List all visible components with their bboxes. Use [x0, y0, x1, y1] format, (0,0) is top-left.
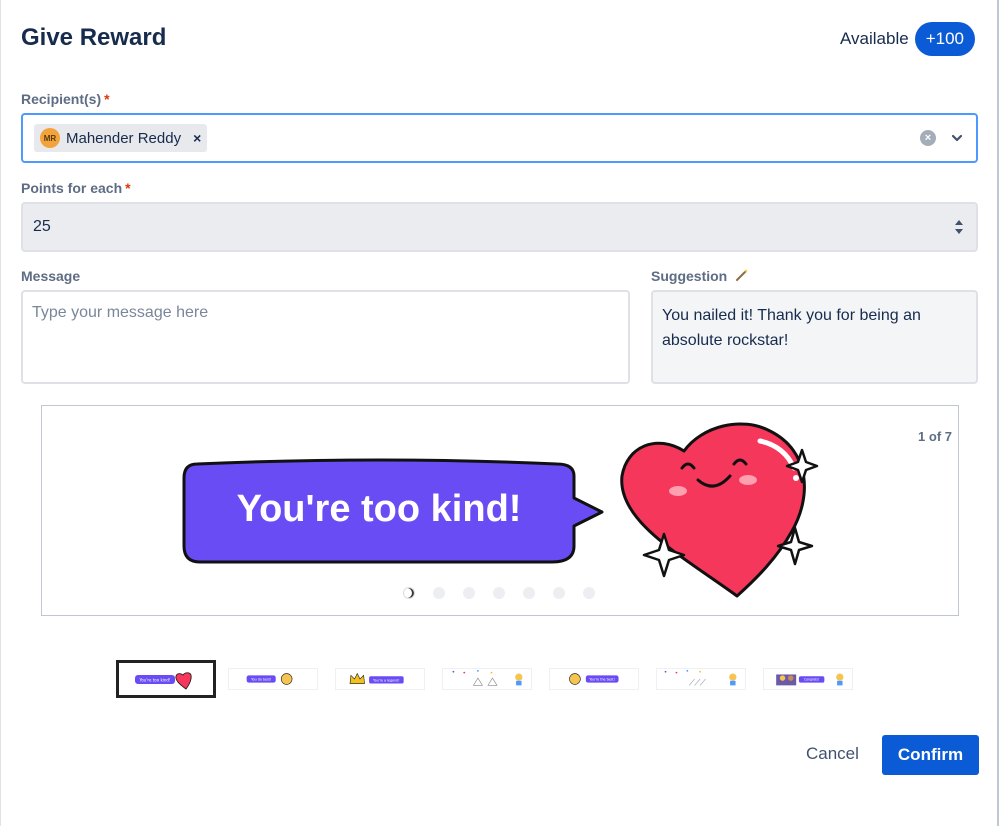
chevron-down-icon[interactable] [950, 131, 964, 145]
thumbnail-3[interactable]: You're a legend! [335, 668, 425, 690]
thumbnail-image: Congrats! [776, 673, 844, 686]
magic-wand-icon [736, 269, 749, 281]
svg-text:Congrats!: Congrats! [804, 678, 819, 682]
thumbnail-image: You're the best! [569, 673, 619, 685]
message-textarea[interactable]: Type your message here [21, 290, 630, 384]
thumbnail-2[interactable]: You do best! [228, 668, 318, 690]
thumbnail-4[interactable] [442, 668, 532, 690]
carousel-counter: 1 of 7 [918, 429, 952, 444]
carousel-dot[interactable] [523, 587, 535, 599]
number-spinner-icon[interactable] [954, 218, 964, 236]
recipients-select[interactable]: MR Mahender Reddy × × [21, 113, 978, 163]
give-reward-modal: Give Reward Available +100 Recipient(s) *… [0, 0, 999, 826]
thumbnail-1[interactable]: You're too kind! [116, 660, 216, 698]
carousel-dots [403, 587, 595, 599]
thumbnail-image [452, 669, 523, 686]
cancel-button[interactable]: Cancel [806, 744, 859, 764]
reward-image-carousel[interactable]: You're too kind! 1 of 7 [41, 405, 959, 616]
svg-text:You're too kind!: You're too kind! [138, 678, 170, 683]
thumbnail-5[interactable]: You're the best! [549, 668, 639, 690]
thumbnail-image [664, 669, 737, 686]
svg-text:You're the best!: You're the best! [589, 677, 615, 681]
svg-text:You do best!: You do best! [251, 677, 271, 681]
message-label: Message [21, 268, 81, 284]
carousel-dot[interactable] [553, 587, 565, 599]
required-mark: * [125, 180, 131, 196]
suggestion-label: Suggestion [651, 268, 749, 284]
thumbnail-image: You do best! [246, 673, 293, 685]
thumbnail-image: You're too kind! [135, 672, 192, 690]
carousel-dot[interactable] [493, 587, 505, 599]
thumbnail-7[interactable]: Congrats! [763, 668, 853, 690]
available-label: Available [840, 29, 909, 48]
carousel-dot[interactable] [463, 587, 475, 599]
clear-icon[interactable]: × [920, 130, 936, 146]
carousel-image-text: You're too kind! [236, 488, 522, 530]
thumbnail-6[interactable] [656, 668, 746, 690]
avatar: MR [40, 128, 60, 148]
points-input[interactable]: 25 [21, 202, 978, 252]
recipients-label: Recipient(s) * [21, 91, 110, 107]
remove-recipient-icon[interactable]: × [193, 130, 201, 146]
carousel-dot[interactable] [583, 587, 595, 599]
points-value: 25 [33, 218, 51, 235]
available-badge: +100 [914, 22, 975, 56]
carousel-dot[interactable] [403, 587, 415, 599]
suggestion-text[interactable]: You nailed it! Thank you for being an ab… [651, 290, 978, 384]
thumbnail-image: You're a legend! [349, 672, 404, 684]
heart-icon [620, 422, 806, 598]
thumbnail-strip: You're too kind! You do best! You're a l… [116, 660, 870, 698]
recipient-name: Mahender Reddy [66, 129, 182, 147]
available-points: Available +100 [840, 22, 975, 56]
confirm-button[interactable]: Confirm [882, 735, 979, 775]
required-mark: * [104, 91, 110, 107]
modal-title: Give Reward [21, 24, 167, 51]
recipient-chip: MR Mahender Reddy × [34, 124, 208, 152]
carousel-dot[interactable] [433, 587, 445, 599]
points-label: Points for each * [21, 180, 131, 196]
svg-text:You're a legend!: You're a legend! [373, 678, 399, 682]
